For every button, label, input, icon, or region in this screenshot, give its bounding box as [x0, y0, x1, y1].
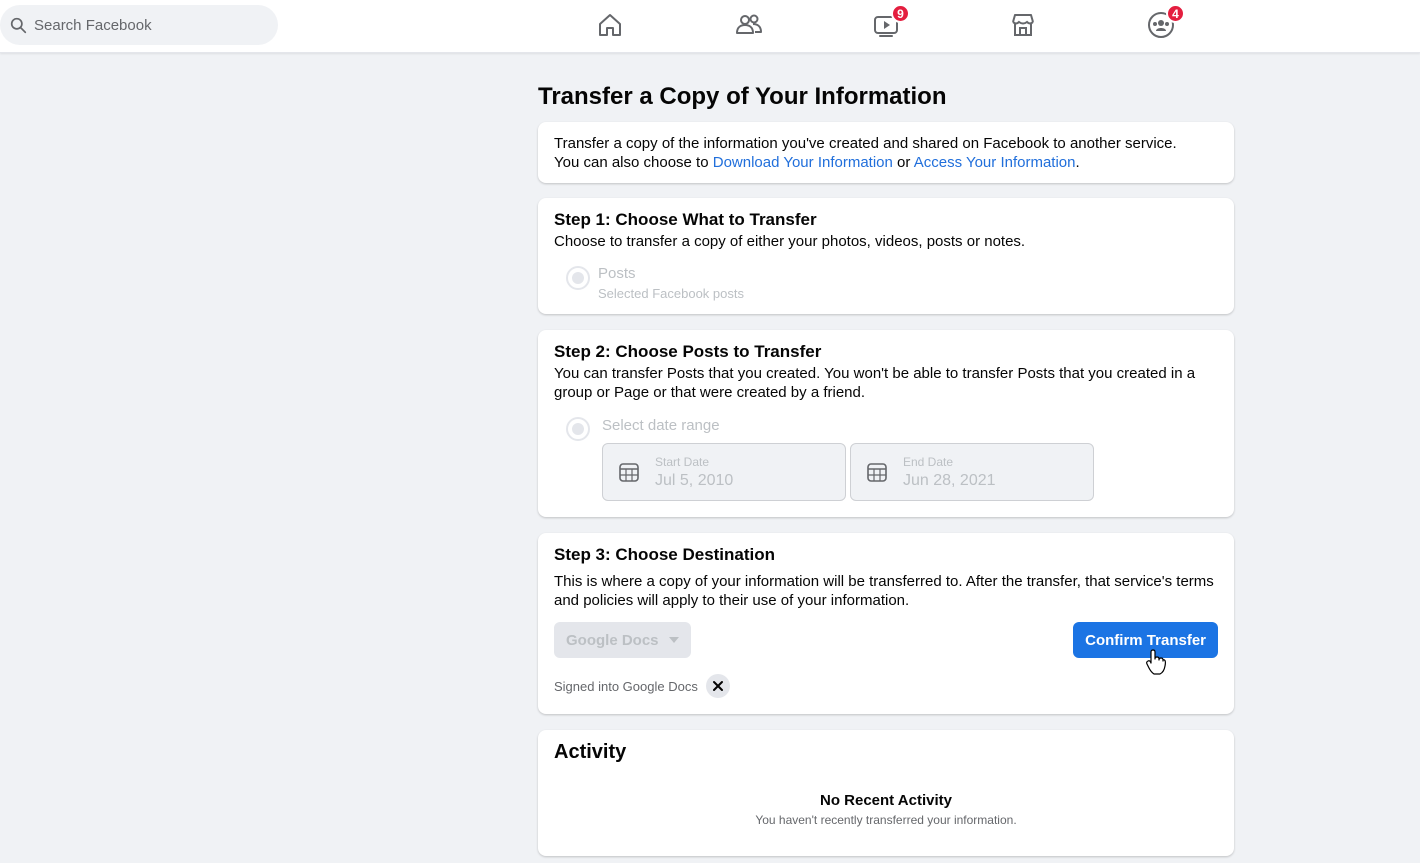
step3-card: Step 3: Choose Destination This is where… [538, 533, 1234, 714]
search-box[interactable] [0, 5, 278, 45]
home-icon [599, 14, 621, 36]
posts-radio[interactable] [566, 266, 590, 290]
start-date-label: Start Date [655, 455, 710, 469]
destination-value: Google Docs [566, 631, 659, 649]
end-date-field[interactable]: End Date Jun 28, 2021 [850, 443, 1094, 501]
groups-notification-badge: 4 [1166, 4, 1185, 23]
search-icon [10, 17, 27, 33]
intro-middle: or [892, 154, 914, 171]
activity-card: Activity No Recent Activity You haven't … [538, 730, 1234, 856]
date-range-radio[interactable] [566, 417, 590, 441]
start-date-field[interactable]: Start Date Jul 5, 2010 [602, 443, 846, 501]
step2-description: You can transfer Posts that you created.… [554, 365, 1196, 401]
activity-title: Activity [554, 741, 627, 763]
intro-prefix: You can also choose to [554, 154, 713, 171]
step1-description: Choose to transfer a copy of either your… [554, 233, 1026, 250]
step2-card: Step 2: Choose Posts to Transfer You can… [538, 330, 1234, 517]
marketplace-icon [1012, 14, 1034, 36]
step1-title: Step 1: Choose What to Transfer [554, 210, 817, 229]
hand-cursor-icon [1146, 649, 1166, 675]
no-activity-title: No Recent Activity [820, 792, 952, 809]
date-range-radio-dot [572, 423, 584, 435]
posts-option-sublabel: Selected Facebook posts [598, 286, 744, 301]
intro-line-1: Transfer a copy of the information you'v… [554, 135, 1177, 152]
step1-card: Step 1: Choose What to Transfer Choose t… [538, 198, 1234, 314]
destination-dropdown[interactable]: Google Docs [554, 622, 691, 658]
date-range-option-label: Select date range [602, 417, 720, 434]
step3-description: This is where a copy of your information… [554, 573, 1214, 609]
step2-title: Step 2: Choose Posts to Transfer [554, 342, 822, 361]
end-date-value: Jun 28, 2021 [903, 472, 996, 489]
calendar-icon [867, 463, 887, 482]
nav-marketplace-button[interactable] [1005, 9, 1041, 41]
nav-groups-button[interactable]: 4 [1143, 4, 1185, 41]
search-input[interactable] [34, 16, 264, 34]
nav-watch-button[interactable]: 9 [868, 4, 910, 41]
intro-suffix: . [1075, 154, 1080, 171]
step3-title: Step 3: Choose Destination [554, 545, 776, 564]
calendar-icon [619, 463, 639, 482]
close-icon [713, 681, 723, 691]
top-navigation-bar: 9 4 [0, 0, 1420, 53]
friends-icon [736, 14, 762, 34]
start-date-value: Jul 5, 2010 [655, 472, 734, 489]
nav-friends-button[interactable] [731, 9, 767, 41]
posts-option-label: Posts [598, 265, 636, 282]
end-date-label: End Date [903, 455, 954, 469]
signed-in-status: Signed into Google Docs [554, 679, 698, 694]
intro-card: Transfer a copy of the information you'v… [538, 122, 1234, 183]
nav-home-button[interactable] [592, 9, 628, 41]
page-title: Transfer a Copy of Your Information [538, 83, 947, 110]
download-your-information-link[interactable]: Download Your Information [713, 154, 893, 171]
sign-out-button[interactable] [706, 674, 730, 698]
caret-down-icon [668, 637, 679, 643]
intro-line-2: You can also choose to Download Your Inf… [554, 153, 1218, 172]
no-activity-subtitle: You haven't recently transferred your in… [755, 813, 1017, 827]
posts-radio-dot [572, 272, 584, 284]
access-your-information-link[interactable]: Access Your Information [914, 154, 1076, 171]
watch-notification-badge: 9 [891, 4, 910, 23]
